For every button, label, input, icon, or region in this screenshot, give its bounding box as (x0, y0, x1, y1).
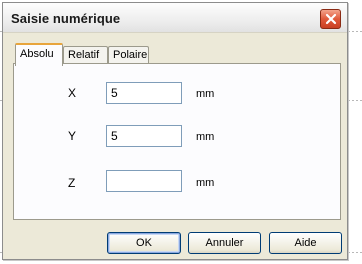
x-label: X (68, 86, 77, 100)
tab-label: Relatif (68, 49, 100, 61)
cancel-button[interactable]: Annuler (188, 232, 261, 254)
z-label: Z (68, 176, 76, 190)
x-unit: mm (196, 88, 215, 100)
z-unit: mm (196, 177, 215, 189)
y-input[interactable] (106, 125, 182, 147)
close-icon (325, 13, 337, 25)
ok-button[interactable]: OK (107, 232, 181, 254)
tab-label: Absolu (20, 48, 54, 60)
x-input[interactable] (106, 82, 182, 104)
dialog-title: Saisie numérique (11, 11, 121, 26)
tab-absolu[interactable]: Absolu (15, 43, 63, 66)
y-unit: mm (196, 131, 215, 143)
tab-label: Polaire (113, 49, 148, 61)
help-button[interactable]: Aide (269, 232, 342, 254)
tab-panel-absolu: X mm Y mm Z mm (13, 63, 341, 220)
numeric-input-dialog: Saisie numérique Absolu Relatif Polaire … (2, 2, 348, 260)
title-bar[interactable]: Saisie numérique (3, 3, 347, 33)
y-label: Y (68, 129, 77, 143)
z-input[interactable] (106, 170, 182, 192)
close-button[interactable] (320, 9, 341, 29)
